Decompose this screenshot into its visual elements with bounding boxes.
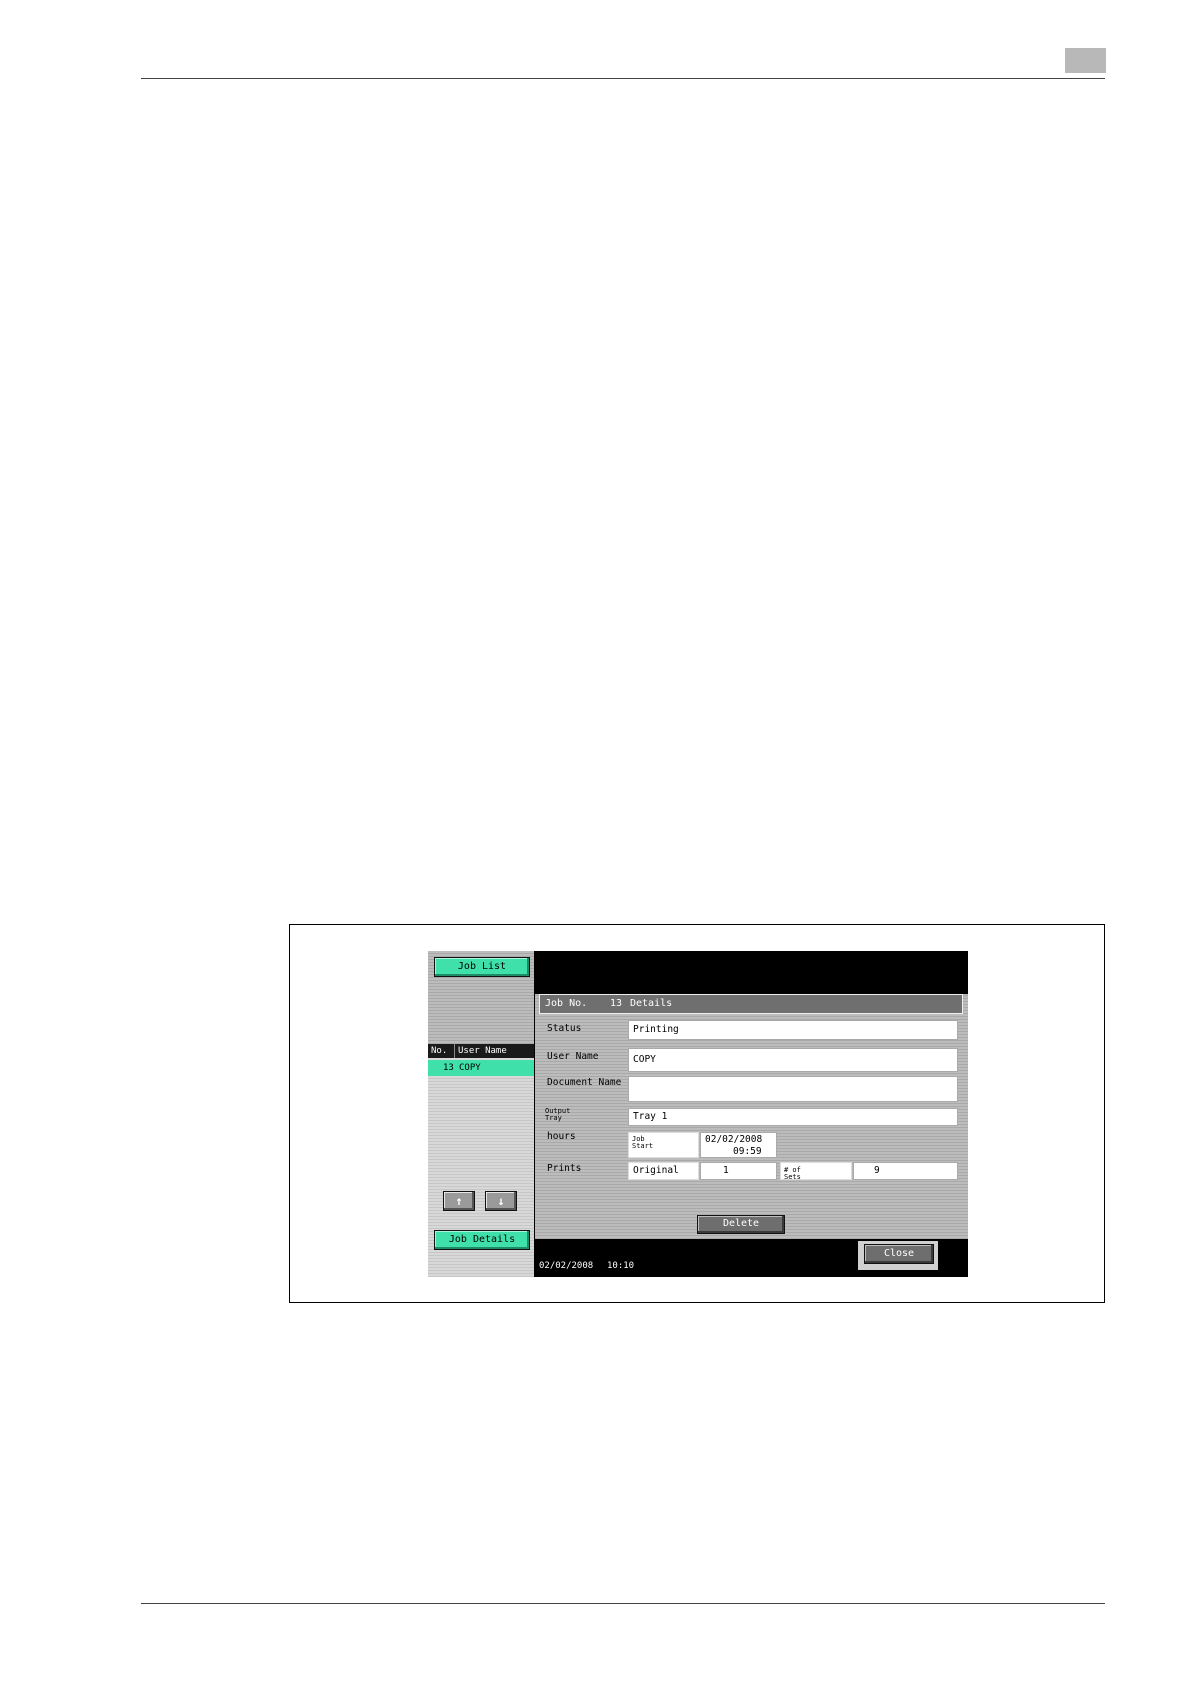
output-tray-value: Tray 1	[628, 1108, 958, 1126]
sets-value: 9	[853, 1162, 958, 1180]
document-name-value	[628, 1076, 958, 1102]
sets-label: # of Sets	[784, 1166, 801, 1181]
details-job-no: 13	[610, 998, 623, 1009]
document-name-label: Document Name	[547, 1077, 622, 1088]
scroll-down-button[interactable]: ↓	[485, 1191, 517, 1211]
chapter-tab	[1065, 48, 1106, 73]
job-list-header: No. User Name	[428, 1044, 534, 1058]
job-start-time: 09:59	[733, 1146, 762, 1157]
sets-cell: # of Sets	[780, 1162, 852, 1181]
list-header-user-name: User Name	[458, 1046, 507, 1056]
arrow-up-icon: ↑	[455, 1194, 463, 1208]
prints-label: Prints	[547, 1163, 582, 1174]
list-item[interactable]: 13 COPY	[428, 1060, 534, 1076]
job-start-value: 02/02/2008 09:59	[700, 1132, 777, 1158]
list-item-no: 13	[443, 1063, 454, 1073]
job-start-label: Job Start	[632, 1135, 654, 1150]
arrow-down-icon: ↓	[497, 1194, 505, 1208]
control-panel-screen: Job List No. User Name 13 COPY ↑ ↓ Job D…	[428, 951, 968, 1277]
header-rule	[141, 78, 1105, 79]
details-title-suffix: Details	[630, 998, 673, 1009]
footer-rule	[141, 1603, 1105, 1604]
job-start-cell: Job Start	[628, 1132, 699, 1158]
job-list-panel: Job List No. User Name 13 COPY ↑ ↓ Job D…	[428, 951, 534, 1277]
user-name-label: User Name	[547, 1051, 599, 1062]
job-start-date: 02/02/2008	[705, 1134, 763, 1145]
details-title-prefix: Job No.	[545, 998, 588, 1009]
list-item-user-name: COPY	[459, 1063, 481, 1073]
hours-label: hours	[547, 1131, 576, 1142]
status-time: 10:10	[607, 1261, 635, 1271]
original-label: Original	[628, 1162, 699, 1180]
user-name-value: COPY	[628, 1048, 958, 1072]
scroll-up-button[interactable]: ↑	[443, 1191, 475, 1211]
job-list-button[interactable]: Job List	[434, 957, 530, 977]
details-title-bar: Job No. 13 Details	[539, 994, 963, 1014]
output-tray-label: Output Tray	[545, 1107, 571, 1122]
job-details-panel: Job No. 13 Details Status Printing User …	[535, 994, 968, 1239]
close-button[interactable]: Close	[864, 1244, 934, 1264]
delete-button[interactable]: Delete	[697, 1215, 785, 1234]
list-header-no: No.	[431, 1046, 448, 1056]
status-date: 02/02/2008	[539, 1261, 594, 1271]
job-details-button[interactable]: Job Details	[434, 1230, 530, 1250]
original-value: 1	[700, 1162, 777, 1180]
status-value: Printing	[628, 1020, 958, 1040]
status-label: Status	[547, 1023, 582, 1034]
